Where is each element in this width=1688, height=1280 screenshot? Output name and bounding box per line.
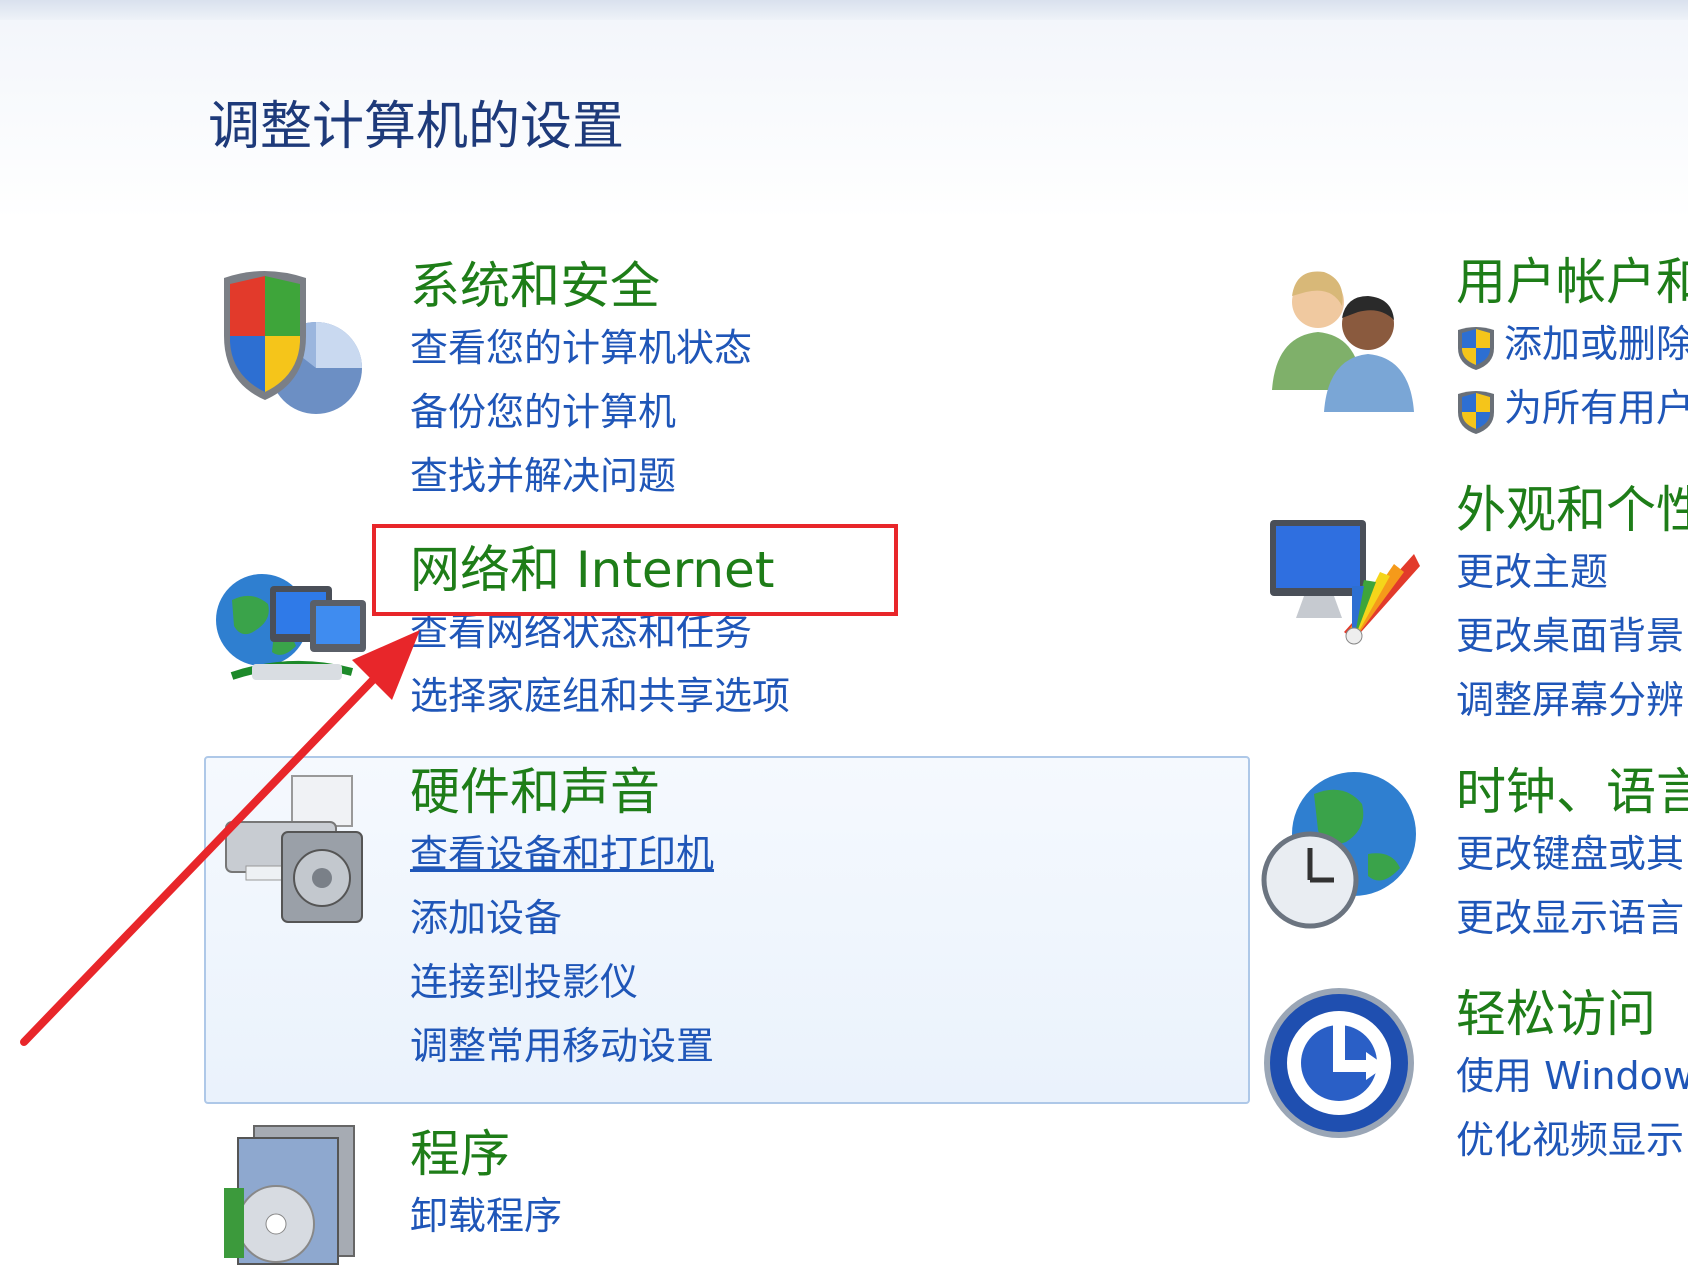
users-icon	[1272, 271, 1414, 412]
category-programs: 程序 卸载程序	[410, 1124, 562, 1248]
link-parental-controls[interactable]: 为所有用户	[1456, 376, 1688, 440]
link-add-remove-accounts[interactable]: 添加或删除	[1456, 312, 1688, 376]
category-title-hardware-sound[interactable]: 硬件和声音	[410, 762, 714, 822]
link-change-desktop-background[interactable]: 更改桌面背景	[1456, 604, 1688, 668]
link-change-keyboard[interactable]: 更改键盘或其	[1456, 822, 1688, 886]
category-title-appearance[interactable]: 外观和个性	[1456, 480, 1688, 540]
link-troubleshoot[interactable]: 查找并解决问题	[410, 444, 752, 508]
network-globe-icon	[216, 574, 366, 680]
uac-shield-icon	[1458, 326, 1494, 370]
shield-security-icon	[224, 271, 362, 414]
category-appearance: 外观和个性 更改主题 更改桌面背景 调整屏幕分辨	[1456, 480, 1688, 732]
category-clock-language: 时钟、语言 更改键盘或其 更改显示语言	[1456, 762, 1688, 950]
category-title-user-accounts[interactable]: 用户帐户和	[1456, 252, 1688, 312]
category-user-accounts: 用户帐户和 添加或删除 为所有用户	[1456, 252, 1688, 440]
link-add-device[interactable]: 添加设备	[410, 886, 714, 950]
category-title-system-security[interactable]: 系统和安全	[410, 256, 752, 316]
link-connect-projector[interactable]: 连接到投影仪	[410, 950, 714, 1014]
printer-speaker-icon	[225, 775, 363, 923]
link-parental-controls-label: 为所有用户	[1504, 386, 1688, 430]
category-hardware-sound: 硬件和声音 查看设备和打印机 添加设备 连接到投影仪 调整常用移动设置	[410, 762, 714, 1078]
link-homegroup-sharing[interactable]: 选择家庭组和共享选项	[410, 664, 790, 728]
link-mobility-settings[interactable]: 调整常用移动设置	[410, 1014, 714, 1078]
category-title-clock-language[interactable]: 时钟、语言	[1456, 762, 1688, 822]
link-optimize-display[interactable]: 优化视频显示	[1456, 1108, 1688, 1172]
link-uninstall-program[interactable]: 卸载程序	[410, 1184, 562, 1248]
link-adjust-resolution[interactable]: 调整屏幕分辨	[1456, 668, 1688, 732]
link-windows-suggestions[interactable]: 使用 Window	[1456, 1044, 1688, 1108]
ease-of-access-icon	[1264, 988, 1414, 1138]
category-system-security: 系统和安全 查看您的计算机状态 备份您的计算机 查找并解决问题	[410, 256, 752, 508]
appearance-monitor-icon	[1270, 520, 1420, 645]
link-devices-printers[interactable]: 查看设备和打印机	[410, 822, 714, 886]
uac-shield-icon	[1458, 390, 1494, 434]
annotation-highlight-box	[372, 524, 898, 616]
link-change-theme[interactable]: 更改主题	[1456, 540, 1688, 604]
category-title-ease-of-access[interactable]: 轻松访问	[1456, 984, 1688, 1044]
link-add-remove-accounts-label: 添加或删除	[1504, 322, 1688, 366]
link-view-computer-status[interactable]: 查看您的计算机状态	[410, 316, 752, 380]
clock-globe-icon	[1261, 772, 1416, 929]
category-title-programs[interactable]: 程序	[410, 1124, 562, 1184]
link-backup-computer[interactable]: 备份您的计算机	[410, 380, 752, 444]
link-change-display-language[interactable]: 更改显示语言	[1456, 886, 1688, 950]
window-top-band	[0, 0, 1688, 20]
page-title: 调整计算机的设置	[208, 97, 625, 157]
category-ease-of-access: 轻松访问 使用 Window 优化视频显示	[1456, 984, 1688, 1172]
programs-disc-icon	[224, 1125, 355, 1265]
